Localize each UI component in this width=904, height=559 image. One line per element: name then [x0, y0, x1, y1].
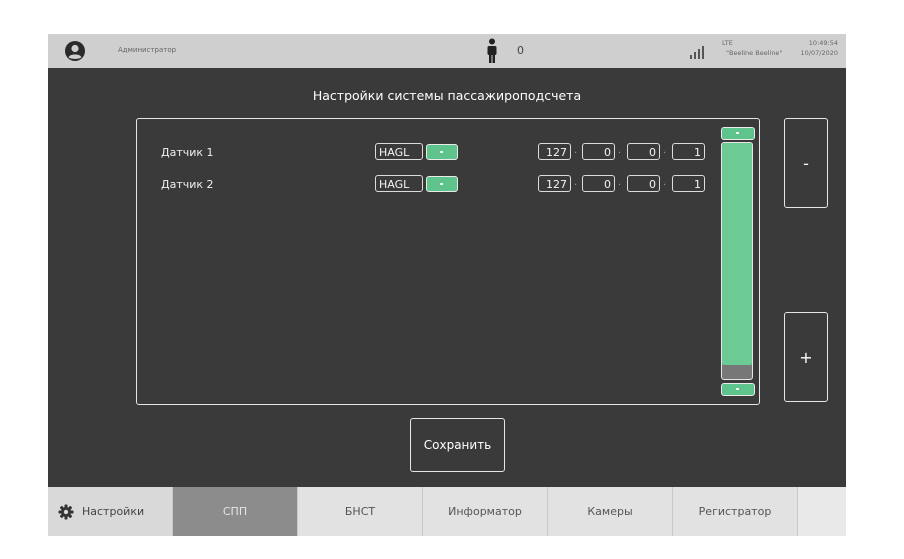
- signal-strength-icon: [690, 46, 704, 59]
- sensor-list-panel: Датчик 1 HAGL 127 . 0 . 0 . 1 Датчик 2 H…: [136, 118, 760, 405]
- tab-recorder[interactable]: Регистратор: [673, 487, 798, 536]
- gear-icon: [58, 504, 74, 519]
- tab-label: Настройки: [82, 505, 145, 518]
- ip-octet-2[interactable]: 0: [582, 175, 615, 192]
- ip-separator: .: [618, 145, 622, 156]
- remove-sensor-button[interactable]: -: [784, 118, 828, 208]
- clock: 10:49:54 10/07/2020: [801, 38, 838, 58]
- protocol-select-button[interactable]: [426, 176, 458, 192]
- passenger-count: 0: [517, 44, 524, 57]
- sensor-label: Датчик 2: [161, 178, 214, 191]
- protocol-field[interactable]: HAGL: [375, 175, 423, 192]
- network-info: LTE "Beeline Beeline": [722, 38, 782, 58]
- ip-octet-3[interactable]: 0: [627, 175, 660, 192]
- operator-name: "Beeline Beeline": [726, 49, 783, 57]
- ip-separator: .: [574, 145, 578, 156]
- clock-date: 10/07/2020: [800, 49, 838, 57]
- clock-time: 10:49:54: [808, 39, 838, 47]
- tab-informer[interactable]: Информатор: [423, 487, 548, 536]
- sensor-row-1: Датчик 1 HAGL 127 . 0 . 0 . 1: [137, 143, 759, 163]
- ip-octet-1[interactable]: 127: [538, 175, 571, 192]
- page-title: Настройки системы пассажироподсчета: [312, 88, 582, 103]
- app-screen: Администратор 0 LTE "Beeline Beeline" 10…: [48, 34, 846, 536]
- network-type: LTE: [722, 39, 733, 47]
- tab-bar-filler: [798, 487, 846, 536]
- sensor-label: Датчик 1: [161, 146, 214, 159]
- scroll-track[interactable]: [721, 142, 753, 380]
- sensor-row-2: Датчик 2 HAGL 127 . 0 . 0 . 1: [137, 175, 759, 195]
- ip-octet-1[interactable]: 127: [538, 143, 571, 160]
- vertical-scrollbar[interactable]: [721, 127, 757, 397]
- ip-octet-4[interactable]: 1: [672, 143, 705, 160]
- tab-bnst[interactable]: БНСТ: [298, 487, 423, 536]
- protocol-select-button[interactable]: [426, 144, 458, 160]
- ip-separator: .: [574, 177, 578, 188]
- ip-octet-2[interactable]: 0: [582, 143, 615, 160]
- scroll-down-button[interactable]: [721, 383, 755, 396]
- save-button[interactable]: Сохранить: [410, 418, 505, 472]
- scroll-thumb[interactable]: [722, 143, 752, 365]
- user-avatar-icon[interactable]: [64, 40, 86, 62]
- tab-spp[interactable]: СПП: [173, 487, 298, 536]
- passenger-icon: [487, 38, 497, 63]
- protocol-field[interactable]: HAGL: [375, 143, 423, 160]
- scroll-up-button[interactable]: [721, 127, 755, 140]
- username: Администратор: [118, 46, 177, 54]
- bottom-tab-bar: Настройки СПП БНСТ Информатор Камеры Рег…: [48, 487, 846, 536]
- status-bar: Администратор 0 LTE "Beeline Beeline" 10…: [48, 34, 846, 68]
- tab-cameras[interactable]: Камеры: [548, 487, 673, 536]
- ip-octet-3[interactable]: 0: [627, 143, 660, 160]
- add-sensor-button[interactable]: +: [784, 312, 828, 402]
- ip-separator: .: [618, 177, 622, 188]
- tab-settings[interactable]: Настройки: [48, 487, 173, 536]
- ip-octet-4[interactable]: 1: [672, 175, 705, 192]
- ip-separator: .: [663, 145, 667, 156]
- ip-separator: .: [663, 177, 667, 188]
